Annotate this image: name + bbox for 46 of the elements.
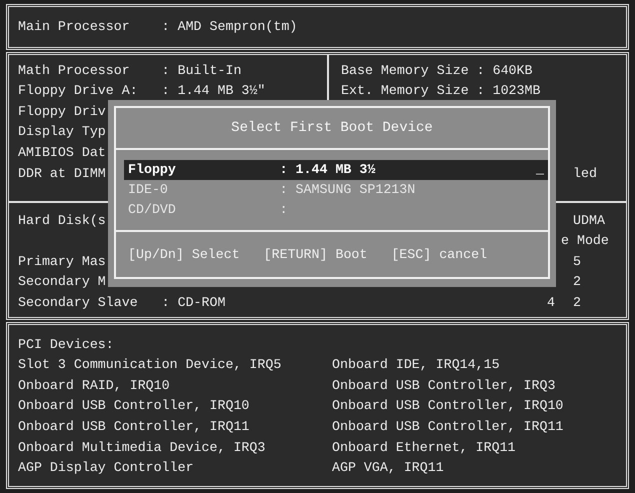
field-label: Display Typ (18, 123, 106, 142)
field-label: Secondary Slave (18, 294, 139, 312)
field-label: Secondary M (18, 273, 106, 292)
section-heading: Hard Disk(s (18, 212, 106, 230)
table-cell: 4 (547, 294, 555, 310)
device-entry: Slot 3 Communication Device, IRQ5 (18, 356, 282, 374)
field-label: Floppy Drive A: (18, 82, 139, 100)
field-value: : 1023MB (476, 82, 540, 100)
device-entry: Onboard USB Controller, IRQ11 (18, 418, 250, 436)
table-cell: 2 (573, 294, 581, 310)
device-entry: AGP Display Controller (18, 459, 194, 478)
field-label: Primary Mas (18, 252, 106, 271)
boot-device-option[interactable]: CD/DVD : (124, 200, 548, 220)
field-value: : AMD Sempron(tm) (162, 18, 298, 36)
device-entry: Onboard IDE, IRQ14,15 (332, 356, 500, 374)
field-label: Math Processor (18, 62, 131, 80)
boot-device-option[interactable]: Floppy : 1.44 MB 3½ _ (124, 160, 548, 180)
field-label: Floppy Driv (18, 102, 106, 121)
device-entry: Onboard USB Controller, IRQ3 (332, 376, 556, 395)
device-entry: Onboard USB Controller, IRQ11 (332, 418, 564, 436)
field-value: : 1.44 MB 3½" (162, 82, 266, 100)
field-label: Base Memory Size (341, 62, 470, 80)
device-entry: Onboard USB Controller, IRQ10 (18, 397, 250, 416)
table-cell: 2 (573, 274, 581, 290)
field-value: led (573, 164, 597, 183)
field-value: : CD-ROM (162, 294, 226, 312)
field-label: DDR at DIMM (18, 164, 106, 183)
key-hint: [RETURN] Boot (264, 247, 368, 262)
device-entry: Onboard Ethernet, IRQ11 (332, 438, 516, 457)
field-value: : Built-In (162, 62, 242, 80)
key-hint: [Up/Dn] Select (128, 247, 240, 262)
device-entry: Onboard RAID, IRQ10 (18, 376, 170, 395)
boot-device-option[interactable]: IDE-0 : SAMSUNG SP1213N (124, 180, 548, 200)
column-header: e Mode (561, 232, 610, 250)
key-hint: [ESC] cancel (391, 247, 488, 262)
field-label: AMIBIOS Dat (18, 144, 106, 162)
device-entry: Onboard Multimedia Device, IRQ3 (18, 438, 266, 457)
table-cell: 5 (573, 254, 581, 269)
field-label: Main Processor (18, 18, 131, 36)
section-heading: PCI Devices: (18, 336, 114, 354)
field-value: : 640KB (476, 62, 532, 80)
column-header: UDMA (573, 212, 606, 230)
field-label: Ext. Memory Size (341, 82, 470, 100)
dialog-title: Select First Boot Device (231, 120, 433, 136)
device-entry: Onboard USB Controller, IRQ10 (332, 397, 564, 416)
device-entry: AGP VGA, IRQ11 (332, 459, 444, 478)
